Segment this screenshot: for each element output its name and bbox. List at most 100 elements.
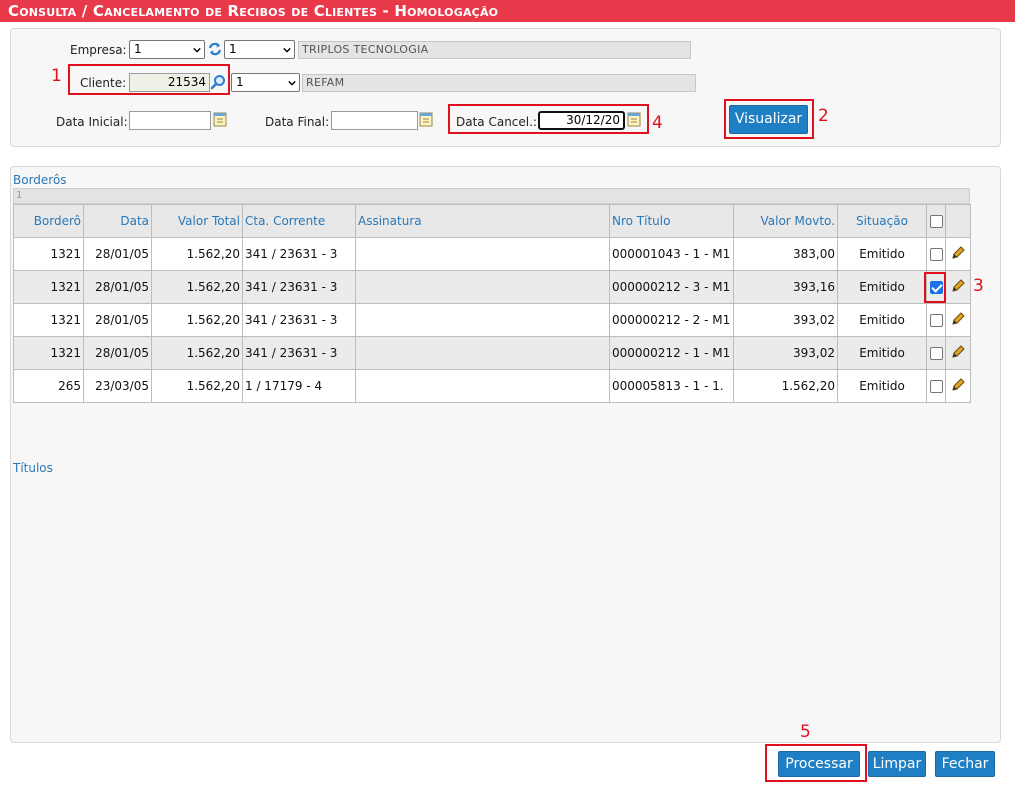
empresa-name-field: TRIPLOS TECNOLOGIA [298,41,691,59]
calendar-icon[interactable] [626,111,642,127]
chevron-down-icon [283,47,291,53]
pencil-icon[interactable] [950,377,966,393]
cell-nro-titulo: 000005813 - 1 - 1. [609,369,734,403]
cell-assinatura [355,270,610,304]
cell-situacao: Emitido [837,369,927,403]
cell-bordero: 1321 [13,303,84,337]
cliente-name-field: REFAM [302,74,696,92]
fechar-button[interactable]: Fechar [935,751,995,777]
edit-header-cell [945,204,971,238]
cell-cta-corrente: 341 / 23631 - 3 [242,270,356,304]
cell-situacao: Emitido [837,270,927,304]
processar-button[interactable]: Processar [778,751,860,777]
cell-cta-corrente: 1 / 17179 - 4 [242,369,356,403]
pencil-icon[interactable] [950,245,966,261]
cell-bordero: 1321 [13,270,84,304]
empresa-sub-select[interactable]: 1 [224,40,295,59]
table-row[interactable]: 1321 28/01/05 1.562,20 341 / 23631 - 3 0… [13,336,971,370]
table-row[interactable]: 1321 28/01/05 1.562,20 341 / 23631 - 3 0… [13,303,971,337]
cell-select [926,237,946,271]
col-valor-movto[interactable]: Valor Movto. [733,204,838,238]
cell-assinatura [355,237,610,271]
row-checkbox[interactable] [929,380,943,393]
cell-bordero: 1321 [13,336,84,370]
row-checkbox[interactable] [929,314,943,327]
cell-valor-total: 1.562,20 [151,336,243,370]
cell-valor-total: 1.562,20 [151,369,243,403]
row-checkbox[interactable] [929,347,943,360]
cell-nro-titulo: 000000212 - 2 - M1 [609,303,734,337]
cell-valor-total: 1.562,20 [151,303,243,337]
page-title: Consulta / Cancelamento de Recibos de Cl… [0,0,1015,22]
cell-edit [945,303,971,337]
cell-nro-titulo: 000000212 - 1 - M1 [609,336,734,370]
cell-data: 28/01/05 [83,237,152,271]
cell-bordero: 1321 [13,237,84,271]
pencil-icon[interactable] [950,311,966,327]
cliente-label: Cliente: [80,76,127,90]
select-all-cell [926,204,946,238]
cell-valor-total: 1.562,20 [151,270,243,304]
table-row[interactable]: 1321 28/01/05 1.562,20 341 / 23631 - 3 0… [13,237,971,271]
chevron-down-icon [193,47,201,53]
annotation-number-2: 2 [818,106,829,126]
cell-data: 28/01/05 [83,303,152,337]
cell-situacao: Emitido [837,336,927,370]
col-nro-titulo[interactable]: Nro Título [609,204,734,238]
chevron-down-icon [288,80,296,86]
col-valor-total[interactable]: Valor Total [151,204,243,238]
cell-edit [945,336,971,370]
data-final-input[interactable] [331,111,418,130]
visualizar-button[interactable]: Visualizar [729,105,808,134]
cell-data: 28/01/05 [83,270,152,304]
cell-valor-movto: 393,02 [733,303,838,337]
cell-valor-movto: 1.562,20 [733,369,838,403]
col-data[interactable]: Data [83,204,152,238]
cell-cta-corrente: 341 / 23631 - 3 [242,336,356,370]
cell-valor-movto: 393,16 [733,270,838,304]
cell-situacao: Emitido [837,303,927,337]
table-row[interactable]: 1321 28/01/05 1.562,20 341 / 23631 - 3 0… [13,270,971,304]
empresa-label: Empresa: [70,43,127,57]
titulos-section-title: Títulos [13,461,53,475]
cliente-input[interactable]: 21534 [129,73,210,92]
borderos-table: Borderô Data Valor Total Cta. Corrente A… [13,204,971,403]
cell-select [926,270,946,304]
cell-edit [945,270,971,304]
annotation-number-5: 5 [800,722,811,742]
cell-cta-corrente: 341 / 23631 - 3 [242,303,356,337]
cell-edit [945,237,971,271]
empresa-select[interactable]: 1 [129,40,205,59]
search-icon[interactable] [210,74,226,90]
col-bordero[interactable]: Borderô [13,204,84,238]
annotation-number-3: 3 [973,276,984,296]
cell-nro-titulo: 000001043 - 1 - M1 [609,237,734,271]
col-situacao[interactable]: Situação [837,204,927,238]
limpar-button[interactable]: Limpar [868,751,926,777]
data-cancel-label: Data Cancel.: [456,115,537,129]
cell-cta-corrente: 341 / 23631 - 3 [242,237,356,271]
cell-valor-movto: 383,00 [733,237,838,271]
data-cancel-input[interactable]: 30/12/20 [538,111,625,130]
cell-assinatura [355,336,610,370]
cliente-sub-select[interactable]: 1 [231,73,300,92]
col-assinatura[interactable]: Assinatura [355,204,610,238]
cell-select [926,336,946,370]
col-cta-corrente[interactable]: Cta. Corrente [242,204,356,238]
data-inicial-input[interactable] [129,111,211,130]
select-all-checkbox[interactable] [929,215,943,228]
row-checkbox[interactable] [929,248,943,261]
pencil-icon[interactable] [950,278,966,294]
cell-valor-total: 1.562,20 [151,237,243,271]
row-checkbox[interactable] [929,281,943,294]
cell-data: 23/03/05 [83,369,152,403]
calendar-icon[interactable] [212,111,228,127]
pencil-icon[interactable] [950,344,966,360]
cell-select [926,303,946,337]
cell-assinatura [355,303,610,337]
grid-pager[interactable]: 1 [13,188,970,204]
cell-nro-titulo: 000000212 - 3 - M1 [609,270,734,304]
table-row[interactable]: 265 23/03/05 1.562,20 1 / 17179 - 4 0000… [13,369,971,403]
refresh-icon[interactable] [207,41,223,57]
calendar-icon[interactable] [418,111,434,127]
